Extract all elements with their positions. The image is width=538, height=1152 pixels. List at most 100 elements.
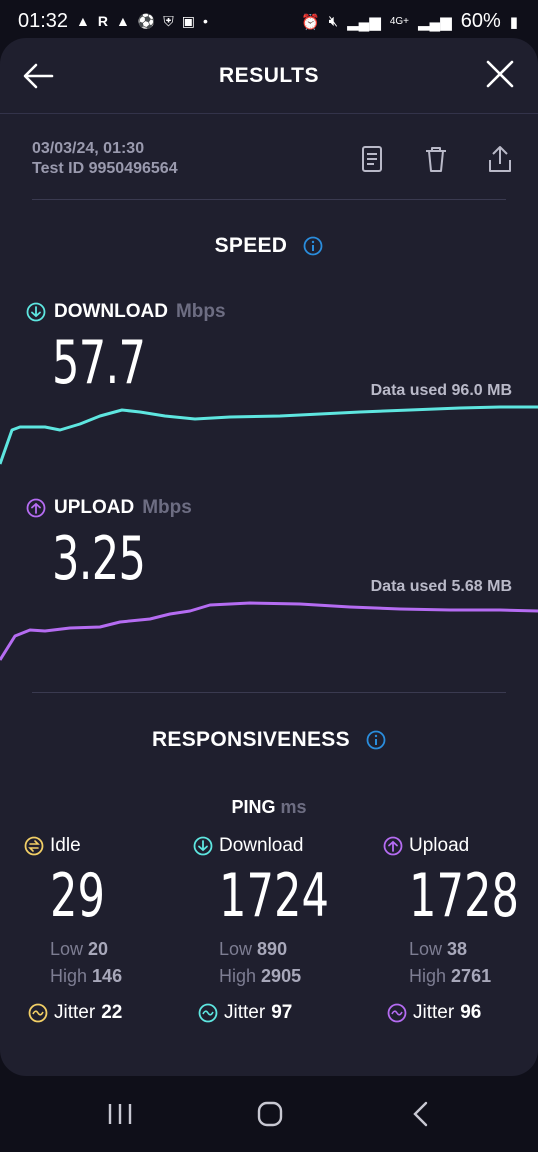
low-label: Low bbox=[219, 939, 253, 959]
idle-high-value: 146 bbox=[92, 966, 123, 986]
ping-download-label: Download bbox=[193, 835, 372, 857]
speed-title-text: SPEED bbox=[214, 234, 288, 257]
divider bbox=[32, 692, 506, 693]
upload-label-text: UPLOAD bbox=[54, 497, 135, 518]
upload-speed-graph bbox=[0, 601, 538, 661]
download-label-text: DOWNLOAD bbox=[54, 301, 168, 322]
mobile-app-icon: ▣ bbox=[181, 13, 196, 29]
high-label: High bbox=[50, 966, 88, 986]
info-icon[interactable] bbox=[366, 730, 386, 750]
test-id: Test ID 9950496564 bbox=[32, 160, 178, 177]
responsiveness-section-title: RESPONSIVENESS bbox=[0, 728, 538, 752]
upload-jitter-value: 96 bbox=[460, 1002, 482, 1023]
ping-label: PING bbox=[231, 797, 276, 817]
notification-icons: ▲ R ▲ ⚽ ⛨ ▣ • bbox=[76, 11, 208, 31]
ping-idle-column: Idle 29 Low 20 High 146 bbox=[24, 835, 126, 987]
divider bbox=[32, 199, 506, 200]
low-label: Low bbox=[409, 939, 443, 959]
upload-ping-value: 1728 bbox=[409, 861, 519, 931]
upload-high-value: 2761 bbox=[451, 966, 492, 986]
idle-ping-value: 29 bbox=[50, 861, 105, 931]
idle-low-value: 20 bbox=[88, 939, 109, 959]
more-notifications-icon: • bbox=[203, 13, 208, 29]
download-ping-label-text: Download bbox=[219, 835, 304, 856]
recent-apps-icon[interactable] bbox=[100, 1098, 140, 1130]
system-nav-bar bbox=[0, 1076, 538, 1152]
download-line bbox=[0, 405, 538, 465]
upload-data-used: Data used 5.68 MB bbox=[370, 578, 512, 595]
ping-upload-column: Upload 1728 Low 38 High 2761 bbox=[383, 835, 538, 987]
upload-low: Low 38 bbox=[409, 939, 538, 960]
jitter-icon bbox=[387, 1003, 407, 1023]
r-app-icon: R bbox=[97, 13, 108, 29]
upload-speed-value: 3.25 bbox=[52, 524, 146, 594]
upload-low-value: 38 bbox=[447, 939, 468, 959]
download-arrow-icon bbox=[193, 836, 213, 856]
idle-jitter: Jitter 22 bbox=[28, 1002, 122, 1024]
upload-label: UPLOAD Mbps bbox=[26, 497, 192, 519]
details-icon[interactable] bbox=[358, 144, 386, 174]
speed-section-title: SPEED bbox=[0, 234, 538, 258]
download-jitter: Jitter 97 bbox=[198, 1002, 292, 1024]
upload-arrow-icon bbox=[26, 498, 46, 518]
upload-unit: Mbps bbox=[142, 497, 192, 518]
download-arrow-icon bbox=[26, 302, 46, 322]
result-actions bbox=[358, 144, 514, 174]
network-type: 4G+ bbox=[389, 16, 409, 27]
jitter-label: Jitter bbox=[224, 1002, 266, 1023]
download-high: High 2905 bbox=[219, 966, 372, 987]
download-unit: Mbps bbox=[175, 301, 226, 322]
results-card: RESULTS 03/03/24, 01:30 Test ID 99504965… bbox=[0, 38, 538, 1076]
responsiveness-title-text: RESPONSIVENESS bbox=[151, 728, 350, 751]
jitter-icon bbox=[28, 1003, 48, 1023]
test-meta: 03/03/24, 01:30 Test ID 9950496564 bbox=[32, 140, 178, 178]
back-icon[interactable] bbox=[400, 1098, 440, 1130]
jitter-icon bbox=[198, 1003, 218, 1023]
jitter-label: Jitter bbox=[54, 1002, 96, 1023]
jitter-label: Jitter bbox=[413, 1002, 455, 1023]
app-notification-icon: ▲ bbox=[115, 13, 130, 29]
ping-unit: ms bbox=[280, 797, 307, 817]
download-jitter-value: 97 bbox=[271, 1002, 293, 1023]
share-icon[interactable] bbox=[486, 144, 514, 174]
ping-upload-label: Upload bbox=[383, 835, 538, 857]
download-high-value: 2905 bbox=[261, 966, 302, 986]
high-label: High bbox=[409, 966, 447, 986]
idle-label-text: Idle bbox=[50, 835, 81, 856]
signal-icon: ▂▄▆ bbox=[347, 13, 381, 31]
idle-icon bbox=[24, 836, 44, 856]
battery-icon: ▮ bbox=[509, 13, 518, 31]
upload-ping-label-text: Upload bbox=[409, 835, 470, 856]
idle-jitter-value: 22 bbox=[101, 1002, 123, 1023]
football-icon: ⚽ bbox=[137, 13, 156, 29]
home-icon[interactable] bbox=[250, 1098, 290, 1130]
download-low-value: 890 bbox=[257, 939, 288, 959]
page-title: RESULTS bbox=[219, 64, 319, 87]
shield-app-icon: ⛨ bbox=[163, 13, 174, 29]
ping-idle-label: Idle bbox=[24, 835, 126, 857]
delete-icon[interactable] bbox=[422, 144, 450, 174]
info-icon[interactable] bbox=[303, 236, 323, 256]
idle-high: High 146 bbox=[50, 966, 126, 987]
idle-low: Low 20 bbox=[50, 939, 126, 960]
upload-jitter: Jitter 96 bbox=[387, 1002, 481, 1024]
download-speed-graph bbox=[0, 405, 538, 465]
ping-download-column: Download 1724 Low 890 High 2905 bbox=[193, 835, 372, 987]
upload-high: High 2761 bbox=[409, 966, 538, 987]
download-ping-value: 1724 bbox=[219, 861, 329, 931]
test-date: 03/03/24, 01:30 bbox=[32, 140, 145, 157]
download-speed-value: 57.7 bbox=[52, 328, 146, 398]
signal-icon: ▂▄▆ bbox=[418, 13, 452, 31]
system-icons: ⏰ 🔇︎ ▂▄▆ 4G+ ▂▄▆ 60% ▮ bbox=[301, 10, 518, 33]
low-label: Low bbox=[50, 939, 84, 959]
battery-percent: 60% bbox=[460, 10, 501, 32]
mute-icon: 🔇︎ bbox=[328, 13, 339, 30]
upload-line bbox=[0, 601, 538, 661]
close-icon[interactable] bbox=[484, 58, 516, 90]
alarm-icon: ⏰ bbox=[300, 13, 320, 31]
ping-heading: PING ms bbox=[0, 797, 538, 818]
download-label: DOWNLOAD Mbps bbox=[26, 301, 226, 323]
results-header: RESULTS bbox=[0, 38, 538, 114]
high-label: High bbox=[219, 966, 257, 986]
download-low: Low 890 bbox=[219, 939, 372, 960]
